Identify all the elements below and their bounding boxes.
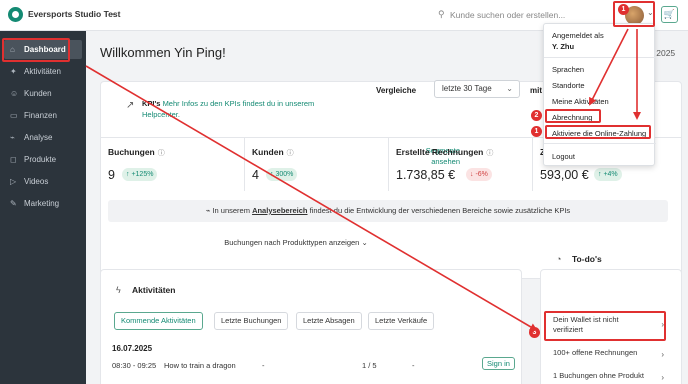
stat-value: 1.738,85 € [396,168,456,182]
stat-value: 9 [108,168,115,182]
activities-title: Aktivitäten [132,285,176,295]
stat-label: Erstellte Rechnungen [396,147,484,157]
sidebar-item-produkte[interactable]: ◻ Produkte [4,150,82,169]
sidebar-item-label: Aktivitäten [24,67,61,76]
trend-chip: ↓ -6% [466,168,492,181]
chevron-down-icon[interactable]: ⌄ [110,8,117,17]
analysis-link[interactable]: Analysebereich [252,206,307,215]
kpi-helpcenter-link[interactable]: Mehr Infos zu den KPIs findest du in uns… [142,99,314,119]
cart-icon[interactable]: 🛒 [661,6,678,23]
todo-item-bookings[interactable]: 1 Buchungen ohne Produkt › [548,371,668,382]
sparkle-icon: ✦ [10,67,17,76]
tab-letzte-buchungen[interactable]: Letzte Buchungen [214,312,289,330]
sidebar-item-finanzen[interactable]: ▭ Finanzen [4,106,82,125]
search-input[interactable] [450,6,600,23]
trend-chip: ↑ +125% [122,168,158,181]
user-menu-dropdown: Angemeldet als Y. Zhu Sprachen Standorte… [543,23,656,166]
wallet-icon: ▭ [10,111,18,120]
menu-item-meine-aktivitaeten[interactable]: Meine Aktivitäten [552,97,609,106]
activity-time: 08:30 - 09:25 [112,361,157,370]
info-icon[interactable]: ⓘ [158,150,165,157]
activity-dash: - [412,361,415,370]
menu-item-standorte[interactable]: Standorte [552,81,585,90]
highlight-online-payment [545,125,651,139]
user-name: Y. Zhu [552,42,575,51]
info-icon[interactable]: ⓘ [486,150,493,157]
menu-item-sprachen[interactable]: Sprachen [552,65,584,74]
sidebar-item-label: Finanzen [24,111,57,120]
box-icon: ◻ [10,155,17,164]
sidebar-item-videos[interactable]: ▷ Videos [4,172,82,191]
chart-icon: ⌁ [205,206,211,215]
sidebar-item-label: Produkte [24,155,57,164]
stat-label: Kunden [252,147,284,157]
page-title: Willkommen Yin Ping! [100,45,226,60]
todo-title: To-do's [572,254,602,264]
megaphone-icon: ✎ [10,199,17,208]
stat-value: 593,00 € [540,168,589,182]
highlight-wallet [544,311,666,341]
info-icon[interactable]: ⓘ [287,150,294,157]
kpi-info: ↗ KPI's Mehr Infos zu den KPIs findest d… [108,86,370,134]
sidebar-item-label: Kunden [24,89,52,98]
stat-label: Buchungen [108,147,155,157]
chart-icon: ⌁ [10,133,15,142]
todo-icon: ◔ [556,254,562,264]
sidebar-item-label: Marketing [24,199,60,208]
chevron-right-icon: › [661,350,664,359]
sidebar-item-label: Videos [24,177,49,186]
search-icon: ⚲ [438,9,445,19]
divider [388,137,389,191]
step-badge: 1 [618,4,629,15]
studio-name[interactable]: Eversports Studio Test [28,9,120,19]
product-types-toggle[interactable]: Buchungen nach Produkttypen anzeigen ⌄ [86,238,506,247]
compare-period-value: letzte 30 Tage [442,84,492,93]
logged-in-label: Angemeldet als [552,31,604,40]
sidebar-item-label: Analyse [24,133,53,142]
stat-value: 4 [252,168,259,182]
trend-chip: ↑ +4% [594,168,622,181]
chevron-down-icon: ⌄ [506,84,513,93]
tab-letzte-verkaeufe[interactable]: Letzte Verkäufe [368,312,435,330]
kpi-heading: KPI's [142,99,161,108]
sidebar-item-kunden[interactable]: ☺ Kunden [4,84,82,103]
eversports-logo [8,7,23,22]
activity-count: 1 / 5 [362,361,377,370]
compare-period-select[interactable]: letzte 30 Tage ⌄ [434,80,520,98]
compare-label: Vergleiche [376,86,417,95]
tab-letzte-absagen[interactable]: Letzte Absagen [296,312,362,330]
divider [544,143,656,144]
divider [244,137,245,191]
highlight-dashboard [2,38,70,62]
analysis-hint: ⌁ In unserem Analysebereich findest du d… [108,200,668,222]
sign-in-button[interactable]: Sign in [482,357,515,370]
activity-icon: ϟ [116,285,121,295]
sidebar-item-aktivitaeten[interactable]: ✦ Aktivitäten [4,62,82,81]
step-badge: 3 [529,327,540,338]
sidebar-item-marketing[interactable]: ✎ Marketing [4,194,82,213]
activity-dash: - [262,361,265,370]
divider [532,137,533,191]
todo-item-invoices[interactable]: 100+ offene Rechnungen › [548,348,668,359]
trend-up-icon: ↗ [126,100,135,111]
menu-item-logout[interactable]: Logout [552,152,575,161]
compare-mit-label: mit [530,86,542,95]
play-icon: ▷ [10,177,17,186]
tab-kommende-aktivitaeten[interactable]: Kommende Aktivitäten [114,312,203,330]
step-badge: 1 [531,126,542,137]
highlight-abrechnung [545,109,601,123]
user-icon: ☺ [10,89,19,98]
trend-chip: ↑ 300% [266,168,298,181]
chevron-down-icon: ⌄ [361,238,368,247]
sidebar: ⌂ Dashboard ✦ Aktivitäten ☺ Kunden ▭ Fin… [0,31,86,384]
sidebar-item-analyse[interactable]: ⌁ Analyse [4,128,82,147]
activity-name[interactable]: How to train a dragon [164,361,236,370]
chevron-right-icon: › [661,373,664,382]
activities-date: 16.07.2025 [112,344,153,353]
divider [544,57,656,58]
step-badge: 2 [531,110,542,121]
